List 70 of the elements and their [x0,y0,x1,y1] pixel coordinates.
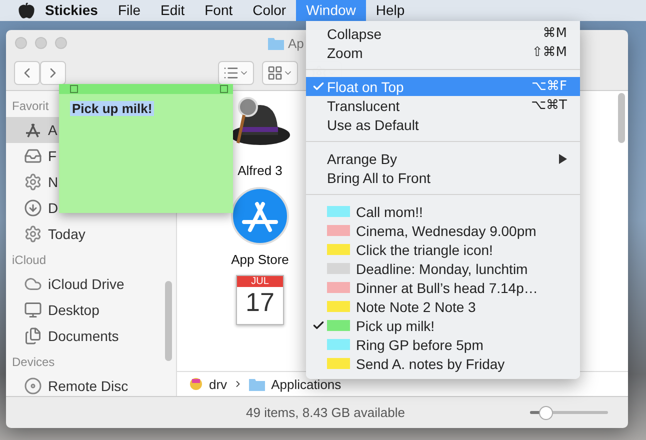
note-menu-item[interactable]: Send A. notes by Friday [306,354,580,373]
menu-bar-item[interactable]: Font [194,0,243,21]
sidebar-heading: iCloud [12,253,46,267]
apple-logo-icon[interactable] [18,2,35,19]
sidebar-item[interactable]: Today [6,221,88,247]
menu-bar-item[interactable]: Edit [150,0,195,21]
disc-icon [24,377,42,395]
note-menu-item[interactable]: Ring GP before 5pm [306,335,580,354]
grid-view-button[interactable] [262,61,298,85]
folder-icon [249,378,266,390]
close-box-icon[interactable] [70,85,78,93]
menu-bar-item[interactable]: File [108,0,150,21]
menu-bar-item[interactable]: Help [366,0,415,21]
sidebar-item[interactable]: N [6,169,60,195]
zoom-slider[interactable] [530,406,608,420]
grid-icon [267,65,283,81]
sidebar-item[interactable]: Documents [6,323,121,349]
sidebar-item[interactable]: Desktop [6,297,102,323]
gear-icon [24,225,42,243]
collapse-box-icon[interactable] [220,85,228,93]
scrollbar-thumb[interactable] [618,93,625,143]
folder-icon [268,36,284,50]
zoom-button[interactable] [55,37,67,49]
calendar-icon: JUL 17 [236,275,284,325]
note-menu-item[interactable]: Pick up milk! [306,316,580,335]
download-icon [24,199,42,217]
inbox-icon [24,147,42,165]
note-menu-item[interactable]: Click the triangle icon! [306,240,580,259]
note-menu-item[interactable]: Call mom!! [306,202,580,221]
back-button[interactable] [14,61,40,85]
app-store-icon [24,121,42,139]
desktop-icon [24,301,42,319]
minimize-button[interactable] [35,37,47,49]
sidebar-heading: Devices [12,355,55,369]
list-view-button[interactable] [218,61,254,85]
menu-bar-item[interactable]: Color [242,0,296,21]
app-menu[interactable]: Stickies [35,0,108,21]
sidebar-item[interactable]: A [6,117,60,143]
gear-icon [24,173,42,191]
menu-item[interactable]: Zoom ⇧⌘M [306,43,580,62]
window-title: Ap [288,36,304,50]
path-item[interactable]: drv [209,376,228,392]
file-name: App Store [231,252,289,267]
menu-item[interactable]: Bring All to Front [306,168,580,187]
note-text: Pick up milk! [70,101,154,116]
cloud-icon [24,275,42,293]
list-icon [223,65,239,81]
sidebar-item[interactable]: F [6,143,59,169]
documents-icon [24,327,42,345]
note-menu-item[interactable]: Deadline: Monday, lunchtim [306,259,580,278]
forward-button[interactable] [40,61,66,85]
sidebar-heading: Favorit [12,99,49,113]
note-menu-item[interactable]: Cinema, Wednesday 9.00pm [306,221,580,240]
menu-item[interactable]: Translucent ⌥⌘T [306,96,580,115]
submenu-arrow-icon [559,154,567,164]
note-menu-item[interactable]: Note Note 2 Note 3 [306,297,580,316]
sidebar-item[interactable]: D [6,195,60,221]
path-item[interactable]: Applications [271,376,342,392]
menu-item[interactable]: Collapse ⌘M [306,24,580,43]
note-menu-item[interactable]: Dinner at Bull’s head 7.14p… [306,278,580,297]
menu-item[interactable]: Arrange By [306,149,580,168]
close-button[interactable] [15,37,27,49]
scrollbar-thumb[interactable] [165,281,172,361]
app-store-icon [230,186,290,246]
status-text: 49 items, 8.43 GB available [246,405,405,420]
slider-thumb[interactable] [538,406,553,420]
sidebar-item[interactable]: Remote Disc [6,373,130,396]
sidebar-item[interactable]: iCloud Drive [6,271,126,297]
menu-item[interactable]: Use as Default [306,115,580,134]
file-name: Alfred 3 [238,163,282,178]
